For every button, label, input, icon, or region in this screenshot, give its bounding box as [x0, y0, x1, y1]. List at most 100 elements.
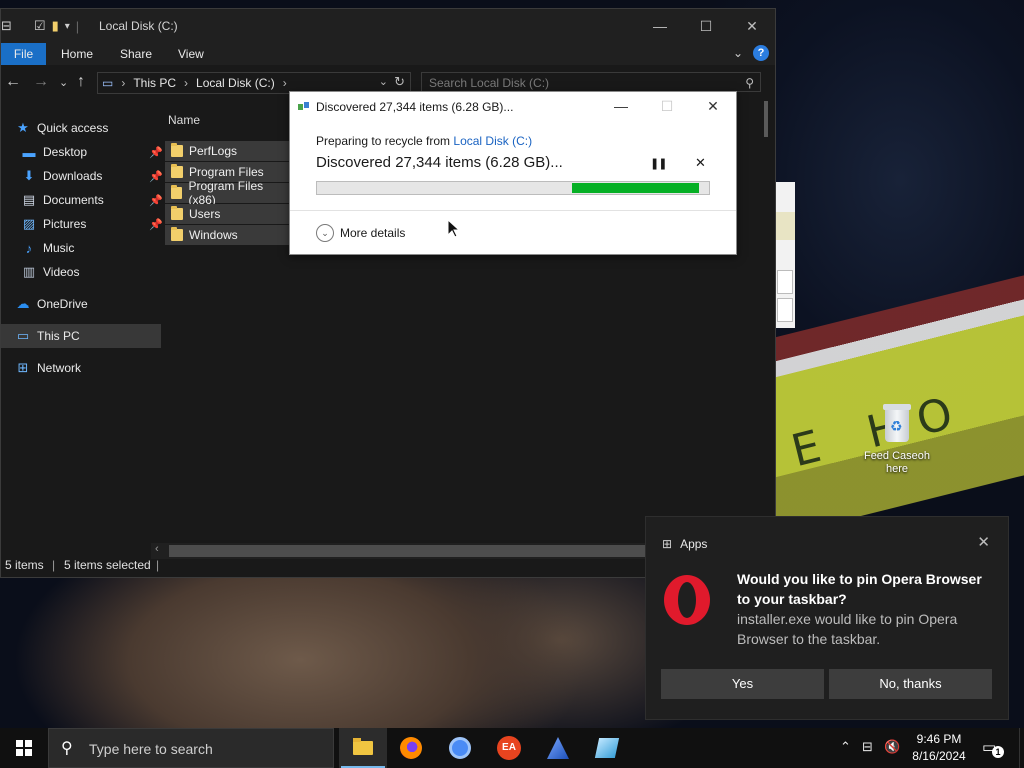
show-hidden-icons-chevron-icon[interactable]: ⌃ — [840, 739, 851, 755]
up-arrow-icon[interactable]: ↑ — [77, 73, 85, 91]
document-icon: ▤ — [22, 192, 36, 207]
breadcrumb-this-pc[interactable]: This PC — [133, 76, 176, 90]
nav-item-onedrive[interactable]: ☁ OneDrive — [1, 292, 161, 316]
drive-icon[interactable]: ⊟ — [1, 18, 12, 34]
discovered-status: Discovered 27,344 items (6.28 GB)... — [316, 154, 563, 171]
ribbon-tab-share[interactable]: Share — [120, 43, 152, 65]
toast-body: installer.exe would like to pin Opera Br… — [737, 611, 958, 647]
chrome-icon — [449, 737, 471, 759]
toast-app-name: Apps — [680, 537, 708, 551]
toast-yes-button[interactable]: Yes — [661, 669, 824, 699]
file-row-perflogs[interactable]: PerfLogs — [165, 141, 289, 161]
pictures-icon: ▨ — [22, 216, 36, 231]
breadcrumb-separator-icon[interactable]: › — [121, 76, 125, 90]
desktop-icon: ▬ — [22, 144, 36, 160]
address-dropdown-icon[interactable]: ⌄ — [379, 75, 388, 88]
scroll-left-icon[interactable]: ‹ — [155, 543, 159, 555]
back-arrow-icon[interactable]: ← — [5, 73, 21, 91]
expand-ribbon-icon[interactable]: ⌄ — [733, 46, 743, 60]
music-icon: ♪ — [25, 240, 33, 256]
properties-icon[interactable]: ☑ — [34, 18, 46, 34]
breadcrumb-separator-icon[interactable]: › — [283, 76, 287, 90]
forward-arrow-icon[interactable]: → — [33, 73, 49, 91]
new-folder-icon[interactable]: ▮ — [52, 18, 59, 34]
taskbar-chrome[interactable] — [436, 728, 484, 768]
nav-item-music[interactable]: ♪ Music — [1, 236, 167, 260]
source-link[interactable]: Local Disk (C:) — [453, 134, 532, 148]
copy-progress-icon — [298, 102, 310, 112]
recycle-bin-icon: ♻ — [877, 402, 917, 446]
nav-item-network[interactable]: ⊞ Network — [1, 356, 161, 380]
start-button[interactable] — [0, 728, 48, 768]
ribbon-tab-home[interactable]: Home — [61, 43, 93, 65]
dialog-title: Discovered 27,344 items (6.28 GB)... — [316, 100, 514, 114]
show-desktop-button[interactable] — [1019, 728, 1024, 768]
pause-button[interactable]: ❚❚ — [650, 157, 667, 170]
chevron-down-icon: ⌄ — [316, 224, 334, 242]
taskbar-clock[interactable]: 9:46 PM 8/16/2024 — [905, 731, 973, 765]
file-row-program-files-x86[interactable]: Program Files (x86) — [165, 179, 289, 207]
mouse-cursor-icon — [447, 219, 459, 238]
note-app-icon — [594, 738, 620, 758]
breadcrumb-local-disk[interactable]: Local Disk (C:) — [196, 76, 275, 90]
desktop-icon-label: Feed Caseoh here — [863, 450, 931, 475]
nav-item-documents[interactable]: ▤ Documents 📌 — [1, 188, 167, 212]
folder-icon — [171, 185, 183, 199]
preparing-label: Preparing to recycle from — [316, 134, 454, 148]
refresh-icon[interactable]: ↻ — [394, 74, 405, 90]
search-icon: ⚲ — [745, 76, 754, 90]
more-details-toggle[interactable]: ⌄ More details — [316, 224, 405, 242]
status-separator: | — [156, 558, 160, 572]
taskbar-ea-app[interactable]: EA — [485, 728, 533, 768]
taskbar-firefox[interactable] — [387, 728, 435, 768]
nav-item-label: Documents — [43, 193, 104, 207]
file-name: Program Files — [189, 165, 264, 179]
file-row-windows[interactable]: Windows — [165, 225, 289, 245]
nav-item-label: Network — [37, 361, 82, 375]
close-button[interactable]: ✕ — [729, 9, 775, 43]
nav-item-videos[interactable]: ▥ Videos — [1, 260, 167, 284]
navigation-pane: ★ Quick access ▬ Desktop 📌 ⬇ Downloads 📌… — [1, 109, 163, 409]
taskbar-app-ship[interactable] — [534, 728, 582, 768]
toast-no-thanks-button[interactable]: No, thanks — [829, 669, 992, 699]
ribbon-tab-view[interactable]: View — [178, 43, 204, 65]
desktop-recycle-bin-icon[interactable]: ♻ Feed Caseoh here — [858, 402, 936, 476]
toast-close-button[interactable]: ✕ — [977, 533, 990, 551]
taskbar-file-explorer[interactable] — [339, 728, 387, 768]
taskbar-app-note[interactable] — [583, 728, 631, 768]
network-tray-icon[interactable]: ⊟ — [862, 739, 873, 755]
nav-item-pictures[interactable]: ▨ Pictures 📌 — [1, 212, 167, 236]
nav-item-quick-access[interactable]: ★ Quick access — [1, 116, 161, 140]
folder-icon — [171, 227, 183, 241]
ribbon-tab-file[interactable]: File — [1, 43, 46, 65]
taskbar-search-box[interactable]: ⚲ Type here to search — [48, 728, 334, 768]
recent-locations-icon[interactable]: ⌄ — [59, 76, 68, 89]
file-row-users[interactable]: Users — [165, 204, 289, 224]
download-icon: ⬇ — [23, 168, 35, 183]
nav-item-downloads[interactable]: ⬇ Downloads 📌 — [1, 164, 167, 188]
nav-item-this-pc[interactable]: ▭ This PC — [1, 324, 161, 348]
column-header-name[interactable]: Name — [168, 113, 200, 127]
cancel-operation-button[interactable]: ✕ — [695, 155, 706, 171]
apps-icon: ⊞ — [662, 537, 673, 551]
maximize-button[interactable]: ☐ — [683, 9, 729, 43]
dialog-minimize-button[interactable]: — — [598, 92, 644, 120]
volume-muted-icon[interactable]: 🔇 — [884, 739, 900, 755]
search-input[interactable]: Search Local Disk (C:) ⚲ — [421, 72, 761, 92]
vertical-scrollbar[interactable] — [764, 101, 768, 137]
dialog-close-button[interactable]: ✕ — [690, 92, 736, 120]
windows-logo-icon — [16, 740, 32, 756]
minimize-button[interactable]: — — [637, 9, 683, 43]
qat-dropdown-icon[interactable]: ▾ — [65, 21, 70, 32]
help-icon[interactable]: ? — [753, 45, 769, 61]
nav-item-label: Downloads — [43, 169, 103, 183]
action-center-button[interactable]: ▭ 1 — [982, 738, 1004, 758]
file-name: Users — [189, 207, 221, 221]
breadcrumb-separator-icon[interactable]: › — [184, 76, 188, 90]
ship-app-icon — [547, 737, 569, 759]
nav-item-desktop[interactable]: ▬ Desktop 📌 — [1, 140, 167, 164]
search-icon: ⚲ — [61, 740, 73, 757]
more-details-label: More details — [340, 226, 406, 240]
file-name: Windows — [189, 228, 238, 242]
nav-item-label: Quick access — [37, 121, 109, 135]
